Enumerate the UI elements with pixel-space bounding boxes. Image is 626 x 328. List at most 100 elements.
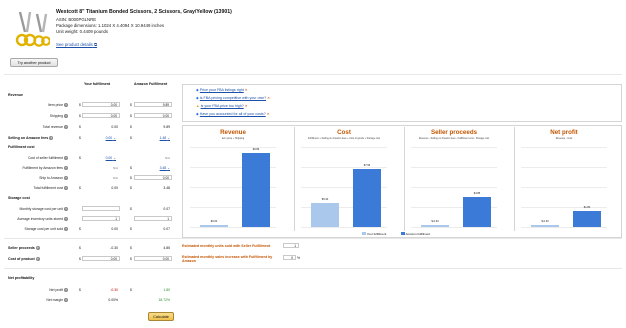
bar-amazon (353, 169, 381, 227)
calculate-button[interactable]: Calculate (148, 312, 174, 321)
help-icon[interactable]: ? (64, 186, 68, 191)
monthly-storage-label-text: Monthly storage cost per unit (19, 207, 63, 211)
total-fulfillment-label-text: Total fulfillment cost (33, 186, 63, 190)
help-icon[interactable]: ? (64, 298, 68, 303)
grid-line (521, 147, 607, 148)
close-icon[interactable]: ✕ (267, 96, 270, 100)
help-icon[interactable]: ? (64, 217, 68, 222)
legend-swatch-yours (362, 232, 366, 235)
total-fulfillment-yours: 0.00 (111, 186, 118, 190)
tip-link-1[interactable]: Is FBA pricing competitive with your own… (200, 96, 266, 100)
help-icon[interactable]: ? (64, 114, 68, 119)
avg-inventory-label: Average inventory units stored? (6, 217, 68, 222)
close-icon[interactable]: ✕ (245, 104, 248, 108)
total-revenue-amazon: 9.89 (163, 125, 170, 129)
help-icon[interactable]: ? (64, 125, 68, 130)
tip-item-1[interactable]: ◆ Is FBA pricing competitive with your o… (196, 96, 270, 100)
cost-seller-fulfillment-link[interactable]: 0.00 ⌄ (80, 156, 116, 160)
warning-icon: ▲ (196, 104, 200, 108)
product-dimensions: Package dimensions: 1.1024 X 4.4094 X 10… (56, 23, 164, 28)
try-another-product-label: Try another product (17, 61, 51, 65)
estimate-sales-input[interactable]: 0 (283, 255, 296, 260)
avg-inventory-yours-input[interactable]: 1 (82, 216, 120, 221)
fba-fees-amazon-link[interactable]: 3.48 ⌄ (134, 166, 170, 170)
help-icon[interactable]: ? (64, 207, 68, 212)
close-icon[interactable]: ✕ (245, 88, 248, 92)
tip-link-2[interactable]: Is your FBA price too high? (201, 104, 244, 108)
help-icon[interactable]: ? (64, 288, 68, 293)
product-details-link-text: See product details (56, 42, 93, 47)
grid-line (301, 147, 387, 148)
tip-link-3[interactable]: Have you accounted for all of your costs… (200, 112, 266, 116)
chart-subtitle: Revenue - Selling on Amazon fees - Fulfi… (418, 137, 490, 140)
monthly-storage-yours-input[interactable] (82, 206, 120, 211)
bar-amazon-label: $4.85 (473, 191, 481, 195)
net-margin-amazon: 18.72% (158, 298, 171, 302)
total-revenue-label-text: Total revenue (42, 125, 63, 129)
grid-line (411, 227, 497, 228)
help-icon[interactable]: ? (49, 136, 54, 141)
estimate-sales-label: Estimated monthly sales increase with Fu… (182, 255, 273, 263)
avg-inventory-amazon-input[interactable]: 1 (134, 216, 172, 221)
currency-symbol: $ (130, 257, 132, 261)
cost-seller-fulfillment-label-text: Cost of seller fulfillment (27, 156, 63, 160)
grid-line (521, 227, 607, 228)
bar-yours-label: $5.30 (321, 198, 329, 201)
net-margin-label-text: Net margin (46, 298, 63, 302)
currency-symbol: $ (130, 246, 132, 250)
chart-3: Net profit Revenue - Cost $-0.30 $1.80 (514, 127, 612, 231)
help-icon[interactable]: ? (64, 176, 68, 181)
total-revenue-label: Total revenue? (6, 125, 68, 130)
shipping-amazon-input[interactable]: 0.00 (134, 113, 172, 118)
shipping-label: Shipping? (6, 114, 68, 119)
selling-fees-yours-link[interactable]: 0.00 ⌄ (80, 136, 116, 140)
chart-subtitle: Revenue - Cost (555, 137, 573, 140)
product-weight: Unit weight: 0.4409 pounds (56, 29, 109, 34)
grid-line (411, 167, 497, 168)
bar-amazon (573, 211, 601, 227)
close-icon[interactable]: ✕ (267, 112, 270, 116)
estimate-units-input[interactable]: 1 (283, 243, 299, 248)
help-icon[interactable]: ? (35, 246, 40, 251)
item-price-yours-input[interactable]: 0.00 (82, 102, 120, 107)
help-icon[interactable]: ? (64, 103, 68, 108)
net-profit-label: Net profit? (6, 288, 68, 293)
cost-of-product-amazon-input[interactable]: 0.00 (134, 256, 172, 261)
seller-proceeds-amazon: 4.85 (163, 246, 170, 250)
chart-2: Seller proceeds Revenue - Selling on Amaz… (404, 127, 502, 231)
storage-per-unit-label-text: Storage cost per unit sold (24, 227, 63, 231)
tip-link-0[interactable]: Price your FBA listings right (200, 88, 244, 92)
tip-item-3[interactable]: ◆ Have you accounted for all of your cos… (196, 112, 270, 116)
tip-item-2[interactable]: ▲ Is your FBA price too high? ✕ (196, 104, 248, 108)
product-details-link[interactable]: See product details ⧉ (56, 42, 97, 47)
item-price-amazon-input[interactable]: 9.89 (134, 102, 172, 107)
column-header-amazon: Amazon Fulfillment (134, 82, 168, 86)
shipping-yours-input[interactable]: 0.00 (82, 113, 120, 118)
help-icon[interactable]: ? (64, 166, 68, 171)
cost-seller-fulfillment-label: Cost of seller fulfillment? (6, 156, 68, 161)
currency-symbol: $ (130, 176, 132, 180)
monthly-storage-label: Monthly storage cost per unit? (6, 207, 68, 212)
divider (4, 238, 622, 239)
help-icon[interactable]: ? (64, 227, 68, 232)
item-price-label: Item price? (6, 103, 68, 108)
help-icon[interactable]: ? (64, 156, 68, 161)
ship-to-amazon-input[interactable]: 0.00 (134, 175, 172, 180)
tip-item-0[interactable]: ◆ Price your FBA listings right ✕ (196, 88, 248, 92)
shipping-label-text: Shipping (49, 114, 63, 118)
legend-yours: Your fulfillment (362, 232, 386, 236)
bar-amazon-label: $7.96 (363, 164, 371, 168)
storage-per-unit-label: Storage cost per unit sold? (6, 227, 68, 232)
storage-per-unit-yours: 0.00 (111, 227, 118, 231)
bar-amazon-label: $9.89 (252, 148, 260, 152)
try-another-product-button[interactable]: Try another product (10, 58, 58, 67)
selling-fees-amazon-link[interactable]: 1.48 ⌄ (134, 136, 170, 140)
cost-of-product-yours-input[interactable]: 0.00 (82, 256, 120, 261)
chart-0: Revenue Item price + Shipping $0.00 $9.89 (184, 127, 282, 231)
help-icon[interactable]: ? (35, 257, 40, 262)
currency-symbol: $ (79, 103, 81, 107)
estimate-sales-unit: % (297, 256, 301, 260)
product-image (10, 10, 51, 50)
selling-fees-yours-value: 0.00 (105, 136, 113, 140)
estimate-units-label: Estimated monthly units sold with Seller… (182, 244, 271, 248)
